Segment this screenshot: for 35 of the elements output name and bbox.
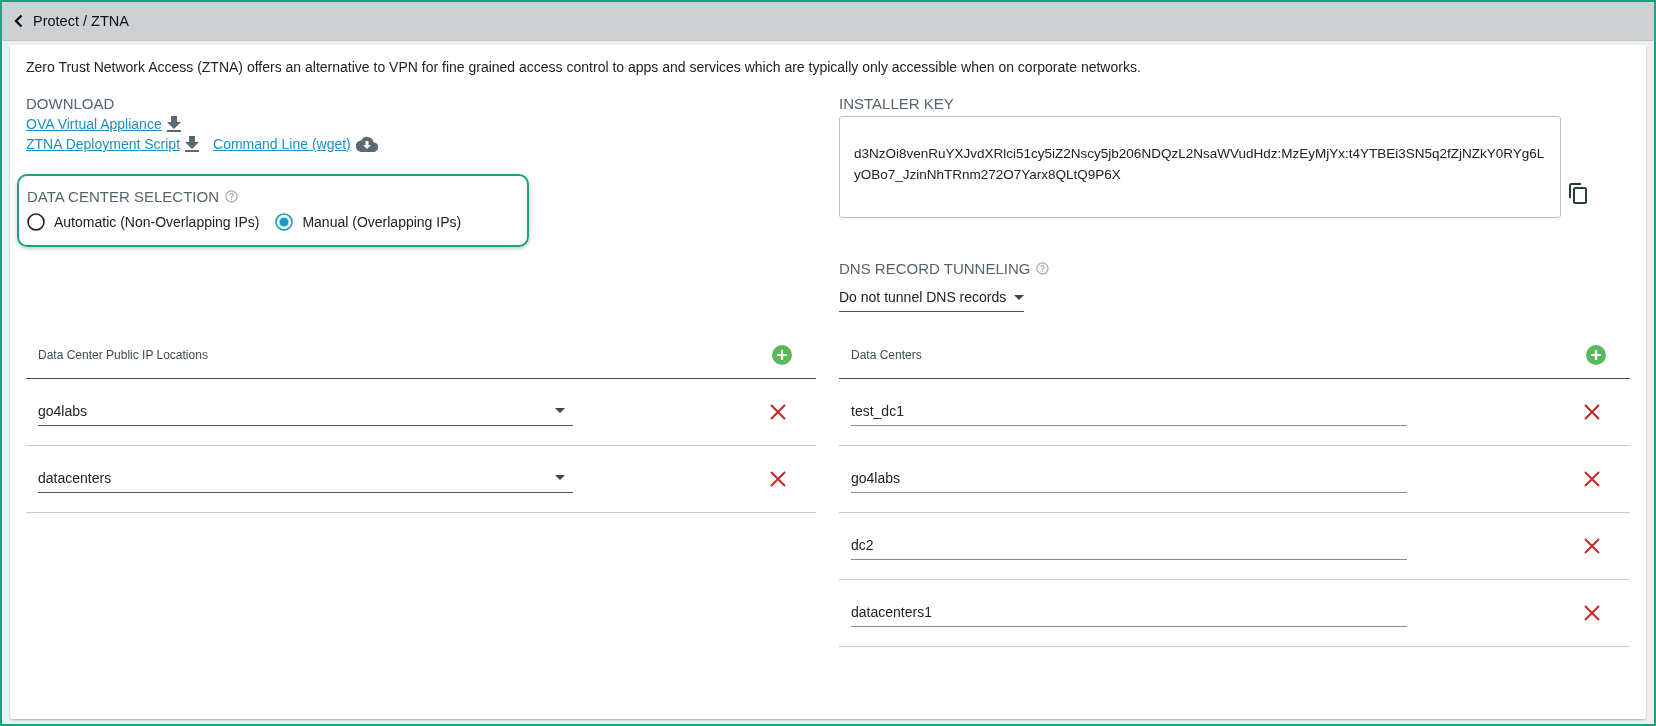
download-link[interactable]: ZTNA Deployment Script — [26, 136, 181, 152]
radio-option[interactable]: Automatic (Non-Overlapping IPs) — [27, 213, 260, 231]
back-icon[interactable] — [14, 14, 23, 28]
caret-icon — [555, 408, 565, 413]
cloud-download-icon[interactable] — [355, 136, 378, 152]
remove-icon[interactable] — [1584, 605, 1600, 621]
radio-option[interactable]: Manual (Overlapping IPs) — [275, 213, 462, 231]
download-link[interactable]: OVA Virtual Appliance — [26, 116, 162, 132]
select-field[interactable]: go4labs — [38, 398, 573, 426]
download-icon[interactable] — [166, 116, 181, 132]
download-link[interactable]: Command Line (wget) — [213, 136, 351, 152]
installer-key-field[interactable]: d3NzOi8venRuYXJvdXRlci51cy5iZ2Nscy5jb206NDQzL2NsaWVudHdz:MzEyMjYx:t4YTBEi3SN5q2fZjNZkY0RYg6LyOBo7_JzinNhTRnm272O7Yarx8QLtQ9P6X — [839, 116, 1561, 218]
input-field[interactable]: dc2 — [851, 532, 1407, 560]
caret-icon — [1014, 294, 1025, 300]
section-title: DNS RECORD TUNNELING — [839, 260, 1031, 277]
remove-icon[interactable] — [1584, 538, 1600, 554]
remove-icon[interactable] — [1584, 404, 1600, 420]
breadcrumb: Protect / ZTNA — [33, 13, 129, 29]
input-field[interactable]: go4labs — [851, 465, 1407, 493]
table-title: Data Centers — [851, 348, 922, 362]
intro-text: Zero Trust Network Access (ZTNA) offers an alternative to VPN for fine grained access control to apps and services which are typically only accessible when on corporate networks. — [26, 59, 1142, 75]
remove-icon[interactable] — [770, 404, 786, 420]
input-field[interactable]: test_dc1 — [851, 398, 1407, 426]
remove-icon[interactable] — [770, 471, 786, 487]
download-icon[interactable] — [185, 136, 200, 152]
section-title: INSTALLER KEY — [839, 95, 954, 112]
dns-select[interactable]: Do not tunnel DNS records — [839, 285, 1025, 312]
section-title: DOWNLOAD — [26, 95, 115, 112]
select-field[interactable]: datacenters — [38, 465, 573, 493]
input-field[interactable]: datacenters1 — [851, 599, 1407, 627]
table-title: Data Center Public IP Locations — [38, 348, 208, 362]
section-title: DATA CENTER SELECTION — [27, 188, 219, 205]
remove-icon[interactable] — [1584, 471, 1600, 487]
copy-icon[interactable] — [1569, 183, 1587, 204]
caret-icon — [555, 475, 565, 480]
